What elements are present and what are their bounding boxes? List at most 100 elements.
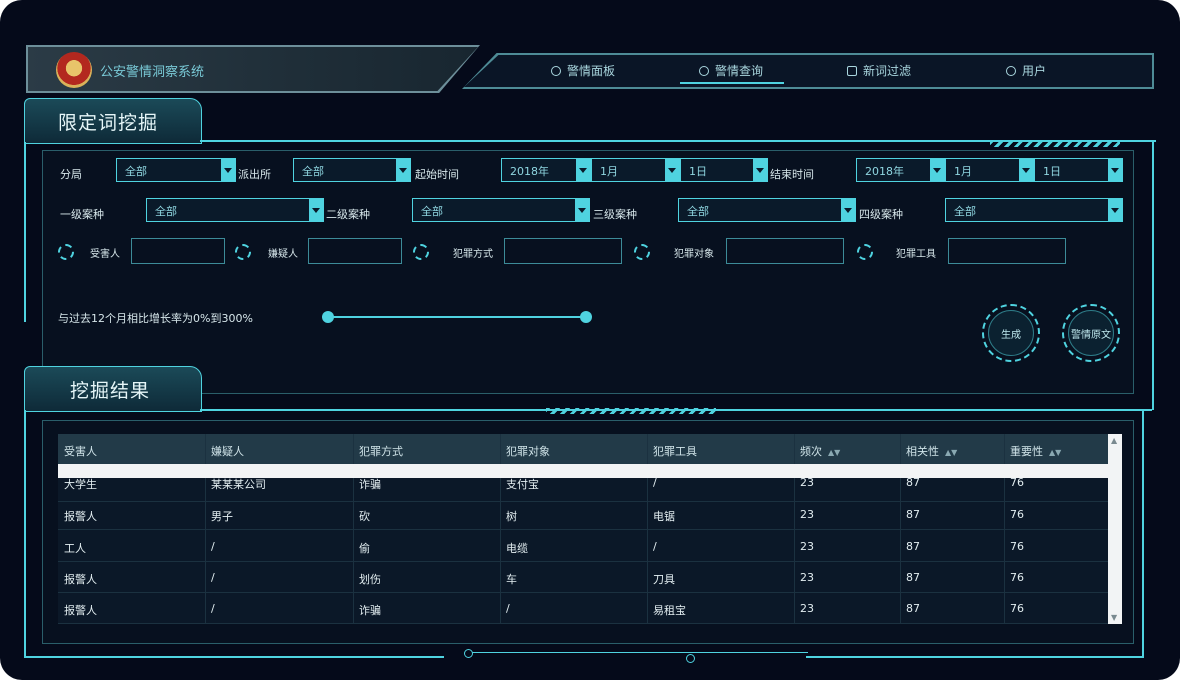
target-radio[interactable] — [634, 244, 650, 260]
column-header-label: 重要性 — [1010, 445, 1043, 458]
tool-radio[interactable] — [857, 244, 873, 260]
selected-row-overlay — [58, 464, 1108, 478]
frame-line — [806, 656, 1144, 658]
cell: / — [653, 540, 657, 553]
sort-header-frequency[interactable]: 频次 ▲▼ — [800, 443, 840, 459]
station-select[interactable]: 全部 — [293, 158, 411, 182]
cell: 报警人 — [64, 604, 97, 617]
original-text-button[interactable]: 警情原文 — [1062, 304, 1120, 362]
filter-icon — [847, 65, 857, 76]
case1-select[interactable]: 全部 — [146, 198, 324, 222]
table-header: 受害人 嫌疑人 犯罪方式 犯罪对象 犯罪工具 频次 ▲▼ 相关性 ▲▼ 重要性 ▲▼ — [58, 434, 1108, 464]
cell: 报警人 — [64, 510, 97, 523]
table-scrollbar[interactable]: ▲ ▼ — [1108, 434, 1122, 624]
method-radio[interactable] — [413, 244, 429, 260]
case3-select[interactable]: 全部 — [678, 198, 856, 222]
chevron-down-icon — [1108, 199, 1122, 221]
growth-slider-max-handle[interactable] — [580, 311, 592, 323]
case3-label: 三级案种 — [593, 208, 637, 221]
case2-select[interactable]: 全部 — [412, 198, 590, 222]
start-month-select[interactable]: 1月 — [591, 158, 680, 182]
target-input[interactable] — [726, 238, 844, 264]
column-header-label: 相关性 — [906, 445, 939, 458]
cell: 树 — [506, 510, 517, 523]
table-row[interactable]: 报警人 / 诈骗 / 易租宝 23 87 76 — [58, 592, 1108, 624]
nav-item-dashboard[interactable]: 警情面板 — [551, 62, 615, 79]
nav-item-query[interactable]: 警情查询 — [699, 62, 763, 79]
app-title: 公安警情洞察系统 — [100, 65, 205, 80]
suspect-radio[interactable] — [235, 244, 251, 260]
table-row[interactable]: 报警人 / 划伤 车 刀具 23 87 76 — [58, 561, 1108, 593]
method-input[interactable] — [504, 238, 622, 264]
nav-item-word-filter[interactable]: 新词过滤 — [847, 62, 911, 79]
table-row[interactable]: 工人 / 偷 电缆 / 23 87 76 — [58, 530, 1108, 562]
cell: 易租宝 — [653, 604, 686, 617]
chevron-down-icon — [309, 199, 323, 221]
growth-slider-track[interactable] — [328, 316, 586, 318]
cell: 支付宝 — [506, 478, 539, 491]
case4-label: 四级案种 — [859, 208, 903, 221]
case4-select[interactable]: 全部 — [945, 198, 1123, 222]
sort-header-importance[interactable]: 重要性 ▲▼ — [1010, 443, 1061, 459]
nav-item-user[interactable]: 用户 — [1006, 62, 1046, 79]
end-day-select[interactable]: 1日 — [1034, 158, 1123, 182]
cell: 76 — [1010, 602, 1024, 615]
frame-line — [24, 656, 444, 658]
nav-item-label: 用户 — [1022, 64, 1047, 78]
cell: 电缆 — [506, 542, 528, 555]
decor-dot — [686, 654, 695, 663]
filter-section-title: 限定词挖掘 — [58, 112, 159, 134]
column-header[interactable]: 受害人 — [64, 443, 97, 459]
start-year-select[interactable]: 2018年 — [501, 158, 591, 182]
cell: 男子 — [211, 510, 233, 523]
scroll-down-icon[interactable]: ▼ — [1111, 613, 1117, 622]
column-header[interactable]: 嫌疑人 — [211, 443, 244, 459]
stripe-decoration — [990, 141, 1120, 147]
end-year-select[interactable]: 2018年 — [856, 158, 945, 182]
cell: 87 — [906, 508, 920, 521]
select-value: 全部 — [687, 205, 709, 218]
growth-slider-min-handle[interactable] — [322, 311, 334, 323]
results-table: 受害人 嫌疑人 犯罪方式 犯罪对象 犯罪工具 频次 ▲▼ 相关性 ▲▼ 重要性 ▲▼ … — [58, 434, 1108, 624]
nav-item-label: 新词过滤 — [863, 64, 912, 78]
search-icon — [699, 65, 709, 76]
cell: / — [211, 602, 215, 615]
column-header[interactable]: 犯罪工具 — [653, 443, 697, 459]
cell: 诈骗 — [359, 604, 381, 617]
tool-input[interactable] — [948, 238, 1066, 264]
victim-radio[interactable] — [58, 244, 74, 260]
select-value: 1月 — [600, 165, 618, 178]
chevron-down-icon — [576, 159, 590, 181]
victim-input[interactable] — [131, 238, 225, 264]
column-header-label: 频次 — [800, 445, 822, 458]
start-time-label: 起始时间 — [415, 168, 459, 181]
scroll-up-icon[interactable]: ▲ — [1111, 436, 1117, 445]
cell: 23 — [800, 571, 814, 584]
column-header[interactable]: 犯罪方式 — [359, 443, 403, 459]
nav-active-indicator — [680, 82, 784, 84]
sort-header-relevance[interactable]: 相关性 ▲▼ — [906, 443, 957, 459]
select-value: 1月 — [954, 165, 972, 178]
chevron-down-icon — [575, 199, 589, 221]
frame-line — [24, 410, 26, 658]
column-header[interactable]: 犯罪对象 — [506, 443, 550, 459]
chevron-down-icon — [753, 159, 767, 181]
table-row[interactable]: 报警人 男子 砍 树 电锯 23 87 76 — [58, 498, 1108, 530]
chevron-down-icon — [1108, 159, 1122, 181]
suspect-input[interactable] — [308, 238, 402, 264]
tool-label: 犯罪工具 — [896, 249, 936, 260]
case2-label: 二级案种 — [326, 208, 370, 221]
start-day-select[interactable]: 1日 — [680, 158, 768, 182]
brand-bar — [28, 47, 478, 91]
generate-button[interactable]: 生成 — [982, 304, 1040, 362]
station-label: 派出所 — [238, 168, 271, 181]
method-label: 犯罪方式 — [453, 249, 493, 260]
generate-button-label: 生成 — [988, 310, 1034, 356]
cell: 23 — [800, 508, 814, 521]
end-time-label: 结束时间 — [770, 168, 814, 181]
end-month-select[interactable]: 1月 — [945, 158, 1034, 182]
cell: 87 — [906, 540, 920, 553]
sort-icon: ▲▼ — [1049, 448, 1062, 457]
branch-select[interactable]: 全部 — [116, 158, 236, 182]
select-value: 2018年 — [865, 165, 904, 178]
